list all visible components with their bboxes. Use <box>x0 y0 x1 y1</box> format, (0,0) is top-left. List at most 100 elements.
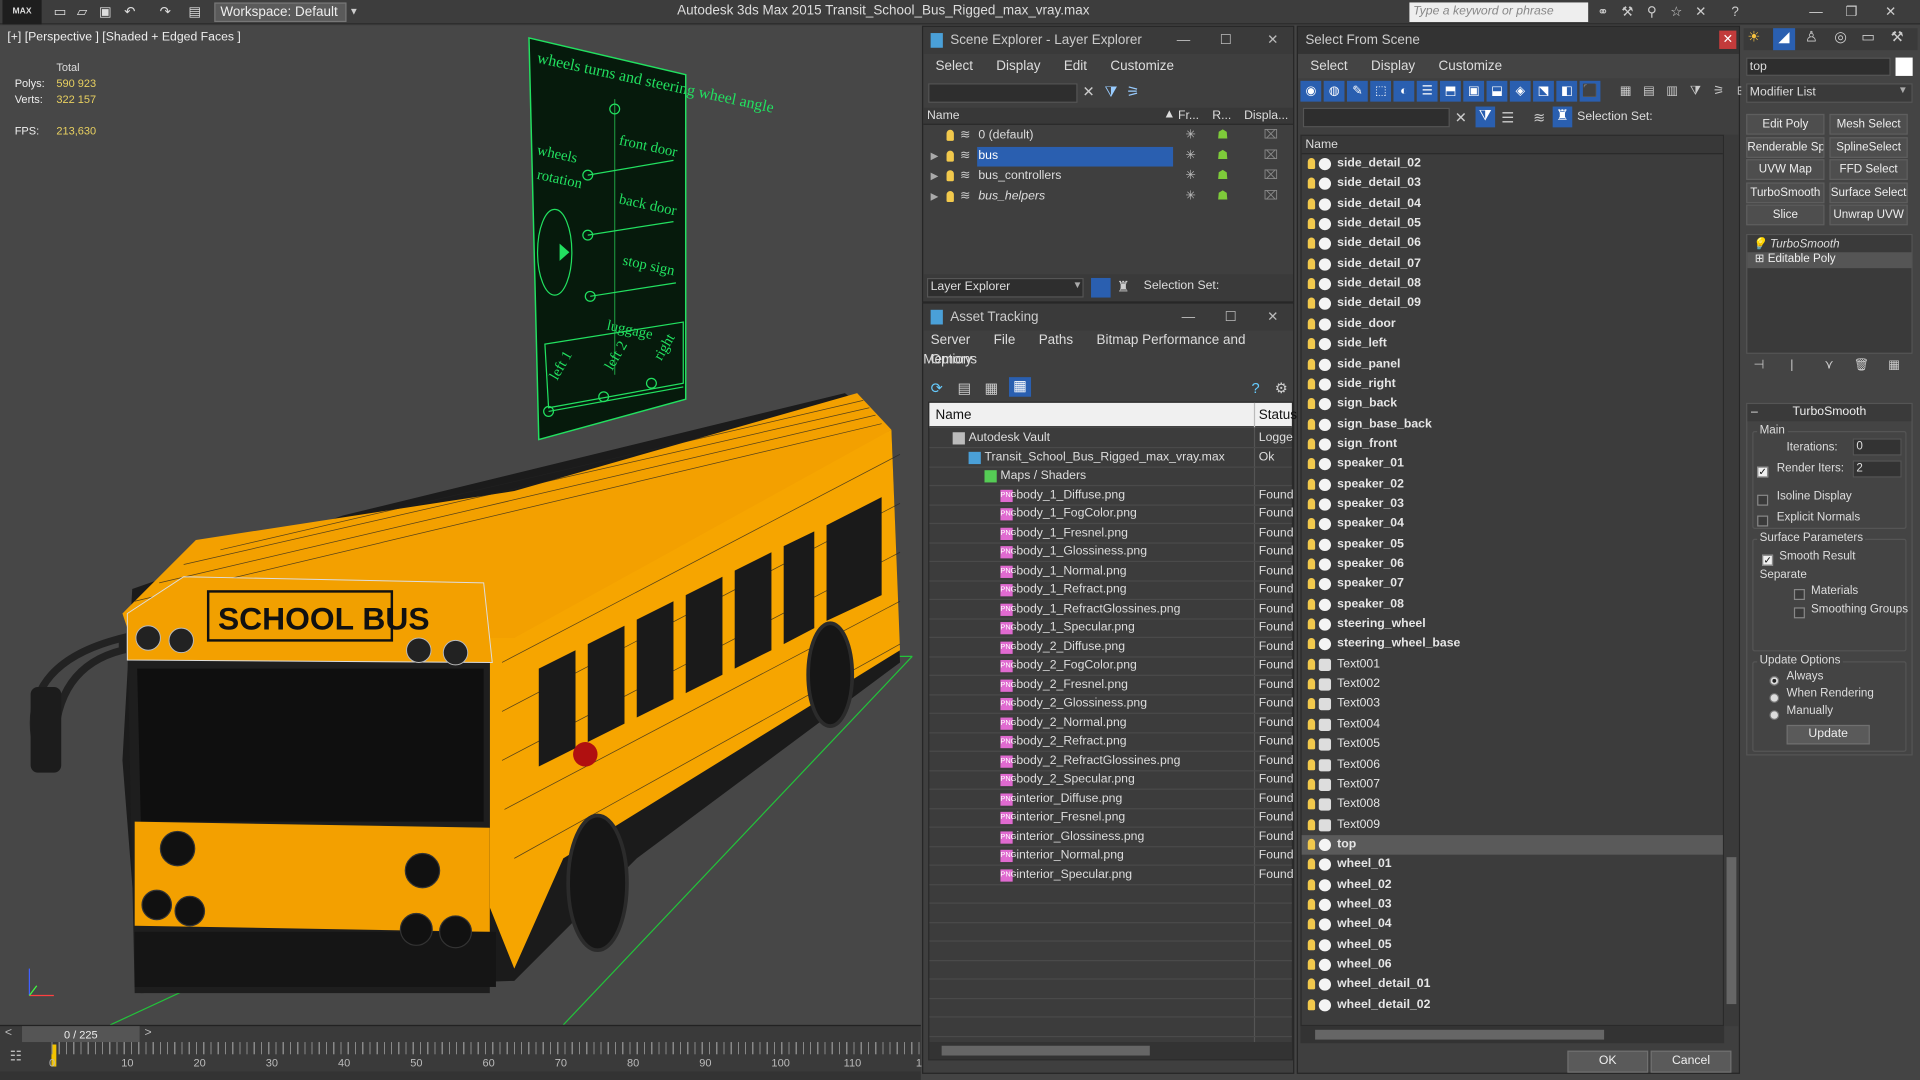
object-row[interactable]: speaker_06 <box>1302 555 1723 575</box>
modifier-button[interactable]: Slice <box>1746 204 1825 226</box>
freeze-icon[interactable]: ✳ <box>1185 187 1195 207</box>
clear-icon[interactable]: ✕ <box>1082 83 1094 100</box>
asset-row[interactable]: PNG body_2_Normal.png Found <box>929 713 1294 733</box>
filter-type-icon[interactable]: ◧ <box>1556 80 1578 102</box>
object-row[interactable]: steering_wheel_base <box>1302 635 1723 655</box>
object-row[interactable]: top <box>1301 834 1723 855</box>
show-end-result-icon[interactable]: | <box>1790 359 1793 372</box>
star-icon[interactable]: ☆ <box>1668 4 1685 21</box>
time-slider[interactable]: < 0 / 225 > <box>0 1024 921 1044</box>
col-render[interactable]: R... <box>1212 109 1231 122</box>
chevron-down-icon[interactable]: ▼ <box>349 2 361 22</box>
asset-row[interactable]: PNG body_2_FogColor.png Found <box>929 656 1294 676</box>
bulb-icon[interactable] <box>1307 278 1316 290</box>
menu-display[interactable]: Display <box>1371 59 1415 74</box>
bulb-icon[interactable] <box>1307 678 1316 690</box>
filter-type-icon[interactable]: ⬚ <box>1370 80 1392 102</box>
display-tab-icon[interactable]: ▭ <box>1861 28 1875 45</box>
layer-name[interactable]: bus <box>977 146 1174 166</box>
object-row[interactable]: side_detail_06 <box>1302 234 1723 254</box>
object-row[interactable]: side_door <box>1302 314 1723 334</box>
bulb-icon[interactable] <box>1307 598 1316 610</box>
asset-row[interactable]: PNG interior_Normal.png Found <box>929 846 1294 866</box>
bulb-icon[interactable] <box>1307 298 1316 310</box>
layer-row[interactable]: ▶ ≋ bus_helpers ✳ ☗ ⌧ <box>923 187 1293 207</box>
col-display[interactable]: Displa... <box>1244 109 1288 122</box>
render-iters-checkbox[interactable]: ✓ <box>1757 463 1769 480</box>
restore-icon[interactable]: ❐ <box>1843 4 1860 21</box>
bulb-icon[interactable] <box>1307 998 1316 1010</box>
close-x-icon[interactable]: ✕ <box>1692 4 1709 21</box>
tree-view-icon[interactable]: ▦ <box>984 380 998 397</box>
bulb-icon[interactable] <box>1307 578 1316 590</box>
close-icon[interactable]: ✕ <box>1719 30 1737 49</box>
asset-row[interactable]: PNG body_2_Specular.png Found <box>929 770 1294 790</box>
bulb-icon[interactable] <box>1307 938 1316 950</box>
filter-type-icon[interactable]: ◈ <box>1509 80 1531 102</box>
menu-paths[interactable]: Paths <box>1039 333 1073 348</box>
layer-name[interactable]: bus_controllers <box>977 167 1173 187</box>
prev-frame-icon[interactable]: < <box>5 1026 12 1039</box>
menu-display[interactable]: Display <box>996 59 1040 74</box>
render-iters-spinner[interactable]: 2 <box>1852 460 1902 478</box>
display-icon[interactable]: ⌧ <box>1264 167 1278 187</box>
tools-icon[interactable]: ⚒ <box>1619 4 1636 21</box>
bulb-icon[interactable] <box>1307 638 1316 650</box>
list-view-icon[interactable]: ▤ <box>958 380 972 397</box>
sign-in-icon[interactable]: ⚲ <box>1643 4 1660 21</box>
asset-row[interactable]: PNG body_2_RefractGlossines.png Found <box>929 751 1294 771</box>
object-name-field[interactable]: top <box>1746 57 1891 76</box>
bulb-icon[interactable] <box>1307 838 1316 850</box>
filter-type-icon[interactable]: ▦ <box>1615 81 1636 102</box>
modifier-button[interactable]: Unwrap UVW <box>1829 204 1908 226</box>
remove-modifier-icon[interactable]: 🗑 <box>1854 359 1870 372</box>
bulb-icon[interactable] <box>1307 958 1316 970</box>
object-row[interactable]: speaker_04 <box>1302 515 1723 535</box>
bulb-icon[interactable] <box>1307 197 1316 210</box>
minimize-icon[interactable]: — <box>1807 4 1824 21</box>
asset-row[interactable]: PNG body_2_Diffuse.png Found <box>929 637 1294 657</box>
track-bar[interactable]: ☷ 0102030405060708090100110120 <box>0 1042 934 1072</box>
bulb-icon[interactable] <box>1307 518 1316 530</box>
object-row[interactable]: wheel_05 <box>1302 935 1723 955</box>
col-status[interactable]: Status <box>1259 408 1297 423</box>
chevron-down-icon[interactable]: ▼ <box>1073 279 1083 290</box>
asset-row[interactable]: Maps / Shaders <box>929 467 1292 487</box>
filter-type-icon[interactable]: ▤ <box>1638 81 1659 102</box>
save-icon[interactable]: ▣ <box>97 4 114 21</box>
next-frame-icon[interactable]: > <box>144 1026 151 1039</box>
utilities-tab-icon[interactable]: ⚒ <box>1891 28 1904 45</box>
app-logo[interactable]: MAX <box>2 0 42 25</box>
bulb-icon[interactable] <box>1307 538 1316 550</box>
menu-file[interactable]: File <box>994 333 1016 348</box>
table-view-icon[interactable]: ▦ <box>1008 377 1032 397</box>
object-row[interactable]: steering_wheel <box>1302 615 1723 635</box>
menu-select[interactable]: Select <box>936 59 973 74</box>
bulb-icon[interactable] <box>1307 418 1316 430</box>
teapot-icon[interactable]: ☗ <box>1217 126 1228 146</box>
cancel-button[interactable]: Cancel <box>1650 1050 1732 1073</box>
bulb-icon[interactable] <box>1307 218 1316 230</box>
bulb-icon[interactable] <box>1307 157 1316 169</box>
bulb-icon[interactable] <box>946 170 954 182</box>
binoculars-icon[interactable]: ⚭ <box>1594 4 1611 21</box>
object-row[interactable]: wheel_03 <box>1302 895 1723 915</box>
bulb-icon[interactable] <box>1307 978 1316 990</box>
bulb-icon[interactable] <box>1307 318 1316 330</box>
asset-row[interactable]: PNG body_1_FogColor.png Found <box>929 504 1294 525</box>
object-row[interactable]: wheel_06 <box>1302 955 1723 975</box>
layer-stack-icon[interactable]: ≋ <box>1533 109 1545 126</box>
bulb-icon[interactable] <box>1307 858 1316 870</box>
rollout-header[interactable]: – TurboSmooth <box>1747 404 1912 422</box>
filter-type-icon[interactable]: ⬔ <box>1533 80 1554 102</box>
layers-icon[interactable]: ☰ <box>1501 109 1514 126</box>
bulb-icon[interactable] <box>1307 358 1316 370</box>
object-row[interactable]: Text006 <box>1302 755 1723 775</box>
bulb-icon[interactable] <box>1307 798 1316 810</box>
object-row[interactable]: Text009 <box>1302 815 1723 835</box>
bulb-icon[interactable] <box>1307 918 1316 930</box>
modifier-button[interactable]: Surface Select <box>1829 182 1908 204</box>
maximize-icon[interactable]: ☐ <box>1220 27 1232 54</box>
asset-row[interactable]: PNG body_1_Normal.png Found <box>929 561 1294 582</box>
modifier-button[interactable]: Edit Poly <box>1746 113 1825 135</box>
